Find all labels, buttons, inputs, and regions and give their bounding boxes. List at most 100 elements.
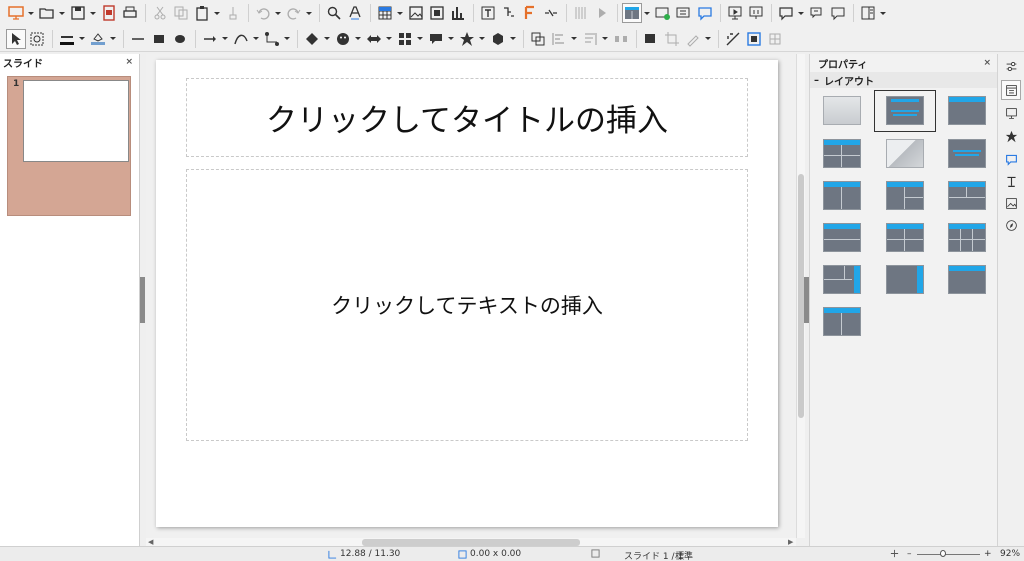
paste-icon[interactable] xyxy=(192,3,212,23)
cut-icon[interactable] xyxy=(150,3,170,23)
curve-dropdown[interactable] xyxy=(252,29,259,49)
sidebar-icon[interactable] xyxy=(858,3,878,23)
distribute-icon[interactable] xyxy=(611,29,631,49)
undo-icon[interactable] xyxy=(253,3,273,23)
show-gluepoints-icon[interactable] xyxy=(765,29,785,49)
slide-layout-icon[interactable] xyxy=(622,3,642,23)
basic-shapes-dropdown[interactable] xyxy=(323,29,330,49)
3d-objects-icon[interactable] xyxy=(488,29,508,49)
symbol-shapes-icon[interactable] xyxy=(333,29,353,49)
align-icon[interactable] xyxy=(549,29,569,49)
ellipse-icon[interactable] xyxy=(170,29,190,49)
layout-title-2-content-over[interactable] xyxy=(948,181,986,210)
print-icon[interactable] xyxy=(120,3,140,23)
basic-shapes-icon[interactable] xyxy=(302,29,322,49)
line-color-icon[interactable] xyxy=(57,29,77,49)
master-slide-name[interactable]: 標準 xyxy=(675,549,693,561)
collapse-slides-pane-handle[interactable] xyxy=(140,277,145,323)
line-icon[interactable] xyxy=(128,29,148,49)
arrow-line-icon[interactable] xyxy=(200,29,220,49)
connector-dropdown[interactable] xyxy=(283,29,290,49)
fill-color-icon[interactable] xyxy=(88,29,108,49)
fontwork-icon[interactable] xyxy=(520,3,540,23)
layout-title-centered[interactable] xyxy=(886,96,924,125)
layout-vertical-title-vertical-text[interactable] xyxy=(886,265,924,294)
symbol-shapes-dropdown[interactable] xyxy=(354,29,361,49)
hyperlink-icon[interactable] xyxy=(541,3,561,23)
duplicate-slide-icon[interactable] xyxy=(674,3,694,23)
slide-thumbnail[interactable]: 1 xyxy=(7,76,131,216)
layout-vertical-title-text[interactable] xyxy=(823,265,861,294)
special-character-icon[interactable] xyxy=(499,3,519,23)
close-icon[interactable]: × xyxy=(125,57,133,67)
callouts-icon[interactable] xyxy=(426,29,446,49)
layout-blank[interactable] xyxy=(823,96,861,125)
chart-icon[interactable] xyxy=(448,3,468,23)
line-color-dropdown[interactable] xyxy=(78,29,85,49)
image-icon[interactable] xyxy=(406,3,426,23)
display-views-icon[interactable] xyxy=(725,3,745,23)
flowchart-icon[interactable] xyxy=(395,29,415,49)
open-folder-icon[interactable] xyxy=(37,3,57,23)
layout-title-content[interactable] xyxy=(948,96,986,125)
slide-layout-dropdown[interactable] xyxy=(643,3,650,23)
layout-title-content-2[interactable] xyxy=(886,181,924,210)
undo-dropdown[interactable] xyxy=(274,3,281,23)
text-box-icon[interactable] xyxy=(478,3,498,23)
start-slideshow-icon[interactable] xyxy=(592,3,612,23)
redo-icon[interactable] xyxy=(284,3,304,23)
stars-icon[interactable] xyxy=(457,29,477,49)
document-modified-icon[interactable] xyxy=(591,549,603,558)
media-icon[interactable] xyxy=(427,3,447,23)
show-comments-icon[interactable] xyxy=(807,3,827,23)
layout-centered-text[interactable] xyxy=(948,139,986,168)
export-pdf-icon[interactable] xyxy=(99,3,119,23)
rotate-icon[interactable] xyxy=(528,29,548,49)
find-replace-icon[interactable] xyxy=(324,3,344,23)
new-slide-icon[interactable] xyxy=(653,3,673,23)
navigator-icon[interactable] xyxy=(1001,215,1021,235)
layout-title-4-content[interactable] xyxy=(886,223,924,252)
callouts-dropdown[interactable] xyxy=(447,29,454,49)
arrange-dropdown[interactable] xyxy=(601,29,608,49)
sidebar-dropdown[interactable] xyxy=(879,3,886,23)
zoom-slider-handle[interactable] xyxy=(940,550,947,557)
layout-title-2-content[interactable] xyxy=(823,181,861,210)
fill-color-dropdown[interactable] xyxy=(109,29,116,49)
master-slide-icon[interactable] xyxy=(746,3,766,23)
master-slides-icon[interactable] xyxy=(1001,149,1021,169)
shadow-icon[interactable] xyxy=(641,29,661,49)
zoom-in-button[interactable]: + xyxy=(984,549,992,559)
animation-icon[interactable] xyxy=(1001,126,1021,146)
block-arrows-icon[interactable] xyxy=(364,29,384,49)
slide-transition-icon[interactable] xyxy=(1001,103,1021,123)
comment-icon[interactable] xyxy=(776,3,796,23)
points-icon[interactable] xyxy=(683,29,703,49)
toggle-extrusion-icon[interactable] xyxy=(723,29,743,49)
zoom-level[interactable]: 92% xyxy=(1000,549,1020,559)
table-icon[interactable] xyxy=(375,3,395,23)
sidebar-settings-icon[interactable] xyxy=(1001,56,1021,76)
crop-icon[interactable] xyxy=(662,29,682,49)
scroll-left-icon[interactable]: ◀ xyxy=(148,538,153,546)
points-dropdown[interactable] xyxy=(704,29,711,49)
select-icon[interactable] xyxy=(6,28,26,49)
block-arrows-dropdown[interactable] xyxy=(385,29,392,49)
arrow-line-dropdown[interactable] xyxy=(221,29,228,49)
styles-icon[interactable] xyxy=(1001,171,1021,191)
copy-icon[interactable] xyxy=(171,3,191,23)
stars-dropdown[interactable] xyxy=(478,29,485,49)
gallery-icon[interactable] xyxy=(1001,193,1021,213)
grid-icon[interactable] xyxy=(571,3,591,23)
align-dropdown[interactable] xyxy=(570,29,577,49)
connector-icon[interactable] xyxy=(262,29,282,49)
save-dropdown[interactable] xyxy=(89,3,96,23)
layout-title-6-content[interactable] xyxy=(948,223,986,252)
delete-slide-icon[interactable] xyxy=(695,3,715,23)
paste-dropdown[interactable] xyxy=(213,3,220,23)
zoom-pan-icon[interactable] xyxy=(27,29,47,49)
title-placeholder[interactable]: クリックしてタイトルの挿入 xyxy=(186,78,748,157)
layout-title-vertical-text-clipart[interactable] xyxy=(823,307,861,336)
rectangle-icon[interactable] xyxy=(149,29,169,49)
fit-slide-icon[interactable] xyxy=(890,549,902,558)
